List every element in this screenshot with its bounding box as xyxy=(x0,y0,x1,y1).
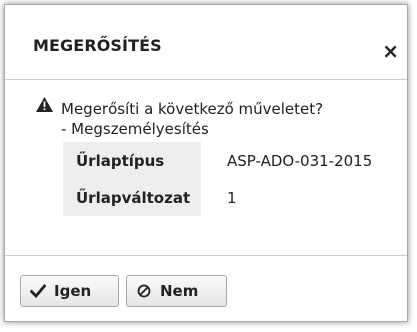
property-key: Űrlaptípus xyxy=(63,142,201,179)
action-name: - Megszemélyesítés xyxy=(61,120,209,138)
property-row: Űrlapváltozat 1 xyxy=(63,179,399,216)
no-button[interactable]: Nem xyxy=(126,275,227,307)
confirm-message: Megerősíti a következő műveletet? xyxy=(61,100,324,118)
dialog-body: Megerősíti a következő műveletet? - Megs… xyxy=(5,80,407,260)
dialog-title: MEGERŐSÍTÉS xyxy=(33,36,162,55)
properties-table: Űrlaptípus ASP-ADO-031-2015 Űrlapváltoza… xyxy=(63,142,399,216)
property-key: Űrlapváltozat xyxy=(63,179,201,216)
property-value: ASP-ADO-031-2015 xyxy=(227,151,373,170)
yes-button-label: Igen xyxy=(54,282,92,300)
dialog-footer: Igen Nem xyxy=(5,255,407,323)
property-row: Űrlaptípus ASP-ADO-031-2015 xyxy=(63,142,399,179)
circle-slash-icon xyxy=(137,284,151,298)
property-value: 1 xyxy=(227,188,237,207)
confirm-dialog: MEGERŐSÍTÉS × Megerősíti a következő műv… xyxy=(4,4,408,322)
yes-button[interactable]: Igen xyxy=(20,275,119,307)
check-icon xyxy=(30,284,46,298)
no-button-label: Nem xyxy=(160,282,199,300)
close-icon[interactable]: × xyxy=(382,41,399,61)
warning-triangle-icon xyxy=(36,97,53,112)
